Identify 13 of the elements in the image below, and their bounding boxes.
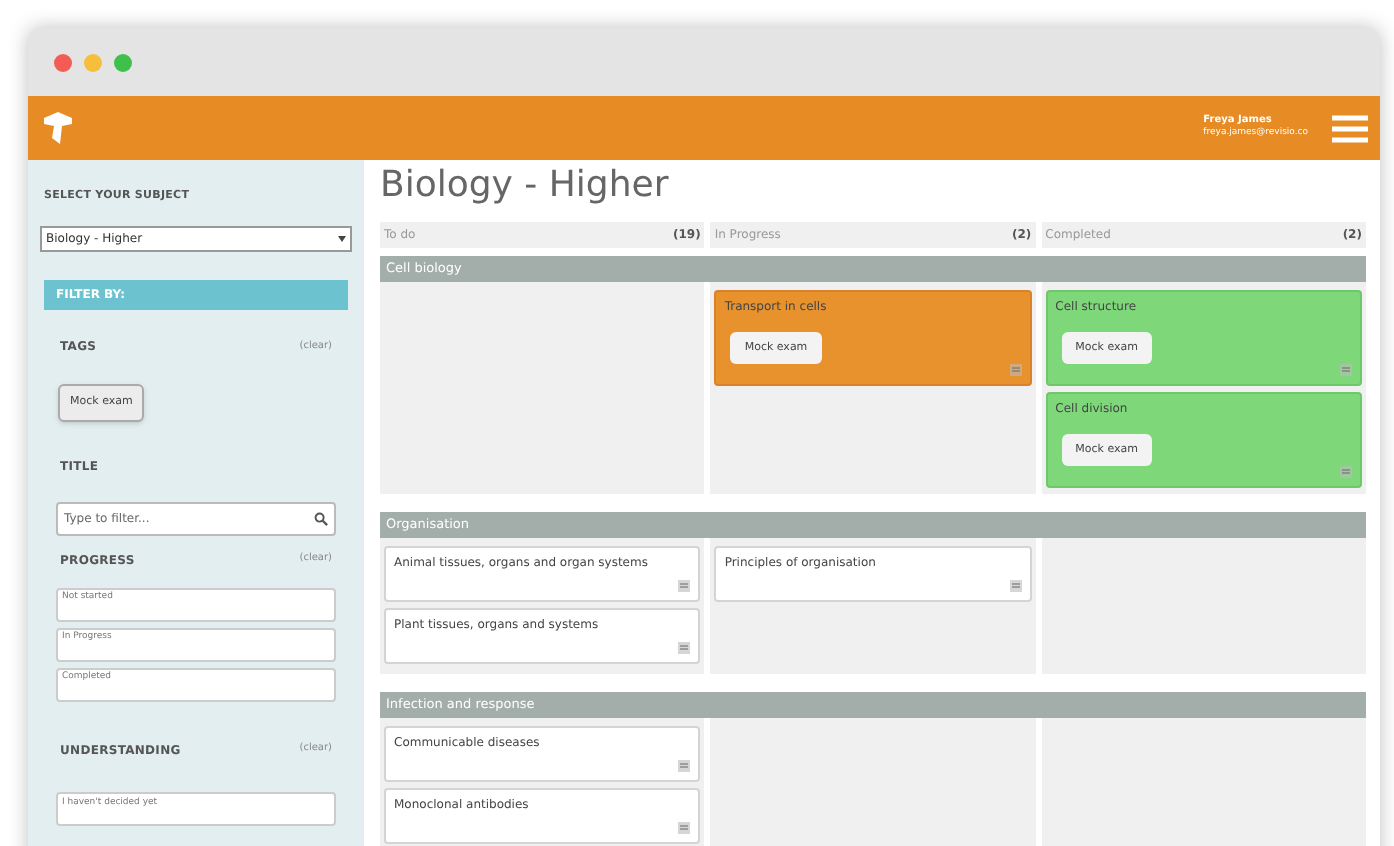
menu-icon [678,580,691,592]
menu-icon [678,822,691,834]
menu-icon [1009,580,1022,592]
search-icon [314,511,328,525]
menu-icon[interactable] [1332,113,1368,143]
menu-icon [678,760,691,772]
logo-icon [40,110,76,146]
page-title: Biology - Higher [380,168,671,210]
dropdown-arrow-icon [338,236,346,243]
menu-icon [678,642,691,654]
menu-icon [1009,364,1022,376]
menu-icon [1339,466,1352,478]
menu-icon [1339,364,1352,376]
